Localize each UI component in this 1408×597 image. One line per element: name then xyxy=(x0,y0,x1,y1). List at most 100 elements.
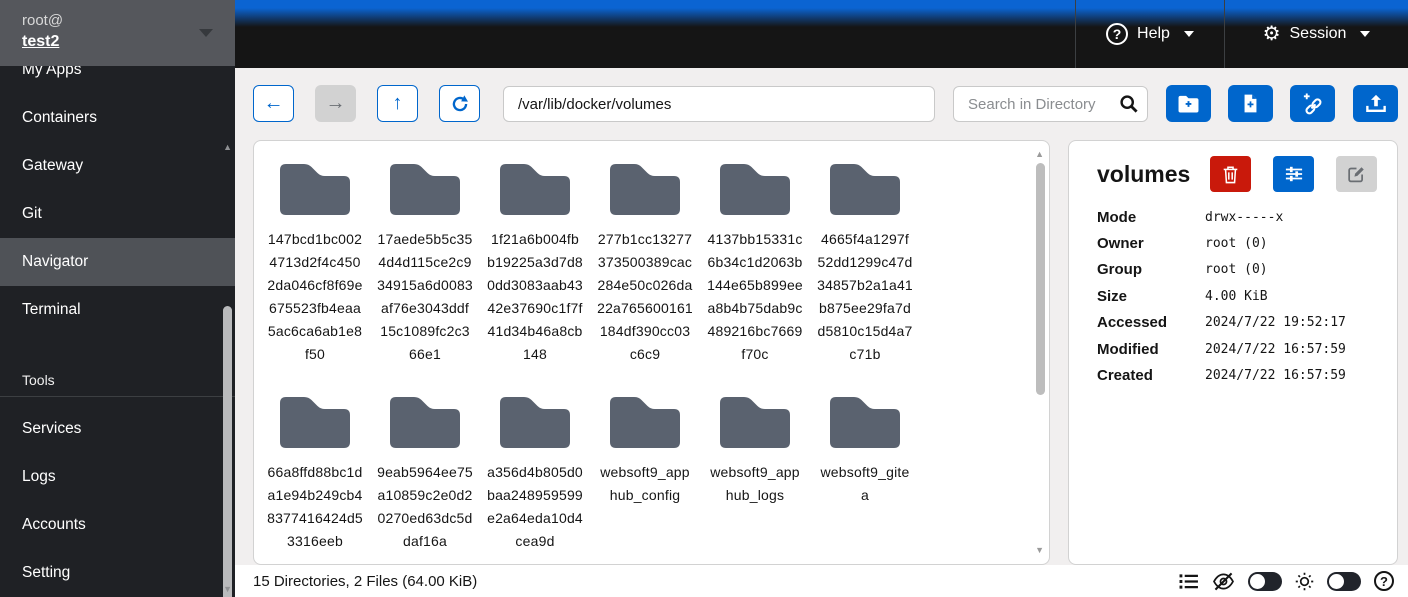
property-label: Modified xyxy=(1097,341,1205,358)
file-item[interactable]: websoft9_apphub_config xyxy=(597,392,693,553)
file-item[interactable]: 9eab5964ee75a10859c2e0d20270ed63dc5ddaf1… xyxy=(377,392,473,553)
file-panel: 147bcd1bc0024713d2f4c4502da046cf8f69e675… xyxy=(253,140,1050,565)
user-caret-icon xyxy=(199,29,213,37)
file-item[interactable]: 4137bb15331c6b34c1d2063b144e65b899eea8b4… xyxy=(707,159,803,366)
files-scroll-down-icon[interactable]: ▼ xyxy=(1035,546,1044,555)
folder-icon xyxy=(605,159,685,216)
search-icon xyxy=(1119,94,1139,114)
show-hidden-icon[interactable] xyxy=(1212,572,1235,591)
property-value: drwx-----x xyxy=(1205,210,1283,225)
theme-sun-icon[interactable] xyxy=(1295,572,1314,591)
file-item[interactable]: 277b1cc13277373500389cac284e50c026da22a7… xyxy=(597,159,693,366)
file-name: websoft9_apphub_logs xyxy=(707,461,803,507)
refresh-icon xyxy=(450,94,470,114)
file-plus-icon xyxy=(1242,93,1259,114)
sidebar-item-containers[interactable]: Containers xyxy=(0,94,235,142)
file-name: websoft9_gitea xyxy=(817,461,913,507)
sliders-icon xyxy=(1284,165,1304,183)
delete-button[interactable] xyxy=(1210,156,1251,192)
property-row: Grouproot (0) xyxy=(1097,257,1383,283)
file-item[interactable]: 1f21a6b004fbb19225a3d7d80dd3083aab4342e3… xyxy=(487,159,583,366)
path-input[interactable] xyxy=(503,86,935,122)
property-row: Accessed2024/7/22 19:52:17 xyxy=(1097,310,1383,336)
show-hidden-toggle[interactable] xyxy=(1248,572,1282,591)
sidebar-scroll-down-icon[interactable]: ▼ xyxy=(223,585,232,594)
property-label: Owner xyxy=(1097,235,1205,252)
sidebar-item-my-apps[interactable]: My Apps xyxy=(0,66,235,94)
folder-plus-icon xyxy=(1177,94,1200,113)
permissions-button[interactable] xyxy=(1273,156,1314,192)
list-view-icon[interactable] xyxy=(1178,573,1199,590)
folder-icon xyxy=(715,159,795,216)
sidebar-scrollbar-thumb[interactable] xyxy=(223,306,232,597)
sidebar-item-services[interactable]: Services xyxy=(0,405,235,453)
file-item[interactable]: a356d4b805d0baa248959599e2a64eda10d4cea9… xyxy=(487,392,583,553)
property-value: root (0) xyxy=(1205,236,1268,251)
sidebar-section-tools: Tools xyxy=(0,364,235,396)
property-label: Mode xyxy=(1097,209,1205,226)
upload-button[interactable] xyxy=(1353,85,1398,122)
host-link[interactable]: test2 xyxy=(22,31,59,53)
arrow-left-icon: ← xyxy=(264,92,284,115)
files-scroll-up-icon[interactable]: ▲ xyxy=(1035,150,1044,159)
forward-button[interactable]: → xyxy=(315,85,356,122)
trash-icon xyxy=(1222,165,1239,184)
details-header: volumes xyxy=(1097,156,1383,192)
folder-icon xyxy=(275,392,355,449)
property-label: Size xyxy=(1097,288,1205,305)
sidebar-item-git[interactable]: Git xyxy=(0,190,235,238)
theme-toggle[interactable] xyxy=(1327,572,1361,591)
edit-icon xyxy=(1347,165,1366,184)
sidebar-scroll-up-icon[interactable]: ▲ xyxy=(223,143,232,152)
file-item[interactable]: 66a8ffd88bc1da1e94b249cb48377416424d5331… xyxy=(267,392,363,553)
folder-icon xyxy=(605,392,685,449)
property-row: Created2024/7/22 16:57:59 xyxy=(1097,362,1383,388)
folder-icon xyxy=(825,159,905,216)
details-panel: volumes xyxy=(1068,140,1398,565)
arrow-up-icon: ↑ xyxy=(393,92,403,115)
file-item[interactable]: 17aede5b5c354d4d115ce2c934915a6d0083af76… xyxy=(377,159,473,366)
sidebar-nav: My AppsContainersGatewayGitNavigatorTerm… xyxy=(0,66,235,597)
edit-button[interactable] xyxy=(1336,156,1377,192)
sidebar-nav-main: My AppsContainersGatewayGitNavigatorTerm… xyxy=(0,66,235,334)
files-scrollbar-thumb[interactable] xyxy=(1036,163,1045,395)
new-link-button[interactable] xyxy=(1290,85,1335,122)
property-label: Group xyxy=(1097,261,1205,278)
file-name: 1f21a6b004fbb19225a3d7d80dd3083aab4342e3… xyxy=(487,228,583,366)
sidebar-item-setting[interactable]: Setting xyxy=(0,549,235,597)
help-menu[interactable]: ? Help xyxy=(1075,0,1224,68)
sidebar-item-accounts[interactable]: Accounts xyxy=(0,501,235,549)
file-name: 9eab5964ee75a10859c2e0d20270ed63dc5ddaf1… xyxy=(377,461,473,553)
sidebar-divider xyxy=(0,396,235,397)
file-name: 4137bb15331c6b34c1d2063b144e65b899eea8b4… xyxy=(707,228,803,366)
sidebar-item-gateway[interactable]: Gateway xyxy=(0,142,235,190)
file-name: 4665f4a1297f52dd1299c47d34857b2a1a41b875… xyxy=(817,228,913,366)
file-item[interactable]: 4665f4a1297f52dd1299c47d34857b2a1a41b875… xyxy=(817,159,913,366)
sidebar-item-terminal[interactable]: Terminal xyxy=(0,286,235,334)
file-name: websoft9_apphub_config xyxy=(597,461,693,507)
up-button[interactable]: ↑ xyxy=(377,85,418,122)
refresh-button[interactable] xyxy=(439,85,480,122)
file-item[interactable]: 147bcd1bc0024713d2f4c4502da046cf8f69e675… xyxy=(267,159,363,366)
property-value: 2024/7/22 16:57:59 xyxy=(1205,342,1346,357)
new-folder-button[interactable] xyxy=(1166,85,1211,122)
back-button[interactable]: ← xyxy=(253,85,294,122)
file-item[interactable]: websoft9_gitea xyxy=(817,392,913,553)
folder-icon xyxy=(495,392,575,449)
chevron-down-icon xyxy=(1184,31,1194,37)
property-row: Ownerroot (0) xyxy=(1097,230,1383,256)
help-label: Help xyxy=(1137,25,1170,43)
file-grid: 147bcd1bc0024713d2f4c4502da046cf8f69e675… xyxy=(254,141,1049,564)
user-block[interactable]: root@ test2 xyxy=(0,0,235,66)
session-menu[interactable]: ⚙ Session xyxy=(1224,0,1408,68)
folder-icon xyxy=(275,159,355,216)
session-label: Session xyxy=(1290,25,1347,43)
new-file-button[interactable] xyxy=(1228,85,1273,122)
help-circle-icon[interactable]: ? xyxy=(1374,571,1394,591)
upload-icon xyxy=(1365,94,1387,114)
file-item[interactable]: websoft9_apphub_logs xyxy=(707,392,803,553)
property-row: Size4.00 KiB xyxy=(1097,283,1383,309)
sidebar-item-logs[interactable]: Logs xyxy=(0,453,235,501)
file-name: a356d4b805d0baa248959599e2a64eda10d4cea9… xyxy=(487,461,583,553)
sidebar-item-navigator[interactable]: Navigator xyxy=(0,238,235,286)
